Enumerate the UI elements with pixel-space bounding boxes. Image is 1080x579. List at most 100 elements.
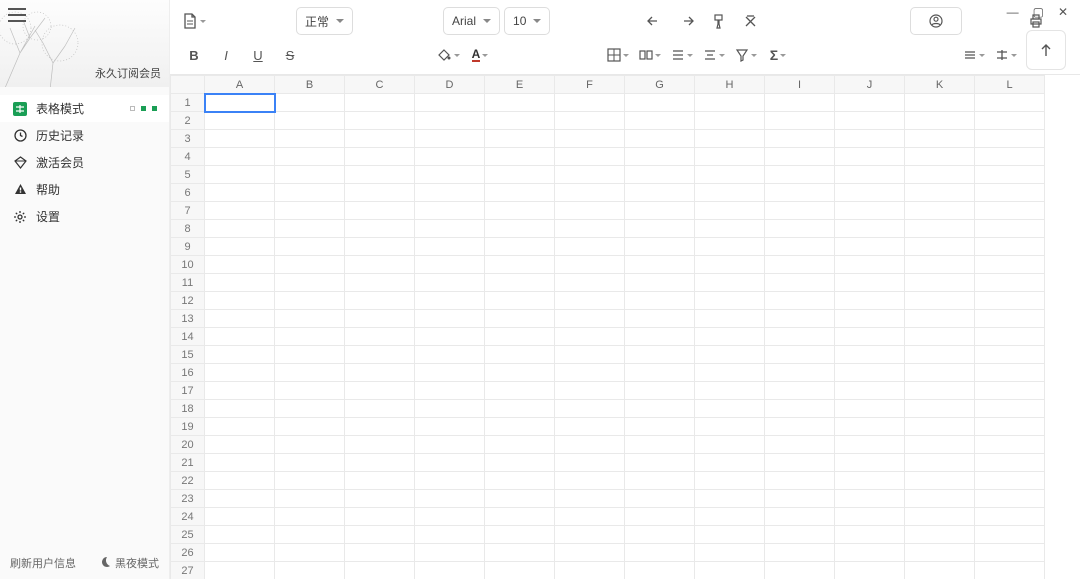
cell-J11[interactable] [835, 274, 905, 292]
cell-L15[interactable] [975, 346, 1045, 364]
cell-J26[interactable] [835, 544, 905, 562]
cell-I8[interactable] [765, 220, 835, 238]
cell-J15[interactable] [835, 346, 905, 364]
cell-H13[interactable] [695, 310, 765, 328]
cell-D4[interactable] [415, 148, 485, 166]
cell-E10[interactable] [485, 256, 555, 274]
file-button[interactable] [180, 7, 208, 35]
cell-J12[interactable] [835, 292, 905, 310]
cell-E20[interactable] [485, 436, 555, 454]
cell-E26[interactable] [485, 544, 555, 562]
cell-J10[interactable] [835, 256, 905, 274]
cell-C25[interactable] [345, 526, 415, 544]
cell-K4[interactable] [905, 148, 975, 166]
cell-I2[interactable] [765, 112, 835, 130]
cell-D3[interactable] [415, 130, 485, 148]
cell-K16[interactable] [905, 364, 975, 382]
row-header[interactable]: 16 [171, 364, 205, 382]
cell-E27[interactable] [485, 562, 555, 579]
cell-D19[interactable] [415, 418, 485, 436]
cell-K3[interactable] [905, 130, 975, 148]
cell-G10[interactable] [625, 256, 695, 274]
row-header[interactable]: 27 [171, 562, 205, 579]
cell-J20[interactable] [835, 436, 905, 454]
dark-mode-toggle[interactable]: 黑夜模式 [99, 555, 159, 571]
cell-C9[interactable] [345, 238, 415, 256]
cell-I12[interactable] [765, 292, 835, 310]
cell-F6[interactable] [555, 184, 625, 202]
cell-L5[interactable] [975, 166, 1045, 184]
cell-C7[interactable] [345, 202, 415, 220]
cell-I18[interactable] [765, 400, 835, 418]
cell-D6[interactable] [415, 184, 485, 202]
cell-H10[interactable] [695, 256, 765, 274]
cell-L12[interactable] [975, 292, 1045, 310]
cell-I4[interactable] [765, 148, 835, 166]
cell-L7[interactable] [975, 202, 1045, 220]
cell-H8[interactable] [695, 220, 765, 238]
cell-I1[interactable] [765, 94, 835, 112]
cell-L19[interactable] [975, 418, 1045, 436]
cell-I19[interactable] [765, 418, 835, 436]
cell-L9[interactable] [975, 238, 1045, 256]
select-all-corner[interactable] [171, 76, 205, 94]
row-header[interactable]: 26 [171, 544, 205, 562]
cell-E7[interactable] [485, 202, 555, 220]
cell-H1[interactable] [695, 94, 765, 112]
cell-C23[interactable] [345, 490, 415, 508]
cell-L2[interactable] [975, 112, 1045, 130]
cell-A18[interactable] [205, 400, 275, 418]
row-header[interactable]: 12 [171, 292, 205, 310]
cell-J4[interactable] [835, 148, 905, 166]
cell-J19[interactable] [835, 418, 905, 436]
cell-G21[interactable] [625, 454, 695, 472]
cell-L27[interactable] [975, 562, 1045, 579]
cell-F1[interactable] [555, 94, 625, 112]
cell-J25[interactable] [835, 526, 905, 544]
cell-C8[interactable] [345, 220, 415, 238]
font-size-select[interactable]: 10 [504, 7, 550, 35]
cell-F27[interactable] [555, 562, 625, 579]
cell-K9[interactable] [905, 238, 975, 256]
cell-D17[interactable] [415, 382, 485, 400]
cell-H18[interactable] [695, 400, 765, 418]
row-header[interactable]: 6 [171, 184, 205, 202]
cell-A10[interactable] [205, 256, 275, 274]
cell-K20[interactable] [905, 436, 975, 454]
cell-A12[interactable] [205, 292, 275, 310]
cell-D1[interactable] [415, 94, 485, 112]
cell-A27[interactable] [205, 562, 275, 579]
cell-F13[interactable] [555, 310, 625, 328]
cell-B18[interactable] [275, 400, 345, 418]
cell-J5[interactable] [835, 166, 905, 184]
row-header[interactable]: 5 [171, 166, 205, 184]
cell-H7[interactable] [695, 202, 765, 220]
text-color-button[interactable]: A [466, 41, 494, 69]
borders-button[interactable] [604, 41, 632, 69]
clear-format-button[interactable] [736, 7, 764, 35]
cell-H22[interactable] [695, 472, 765, 490]
cell-A24[interactable] [205, 508, 275, 526]
cell-G23[interactable] [625, 490, 695, 508]
cell-F11[interactable] [555, 274, 625, 292]
window-close-button[interactable]: ✕ [1058, 5, 1068, 19]
row-options-button[interactable] [960, 41, 988, 69]
cell-J17[interactable] [835, 382, 905, 400]
column-header[interactable]: B [275, 76, 345, 94]
format-painter-button[interactable] [704, 7, 732, 35]
undo-button[interactable] [640, 7, 668, 35]
column-header[interactable]: C [345, 76, 415, 94]
cell-B1[interactable] [275, 94, 345, 112]
cell-L22[interactable] [975, 472, 1045, 490]
cell-F3[interactable] [555, 130, 625, 148]
row-header[interactable]: 18 [171, 400, 205, 418]
cell-H4[interactable] [695, 148, 765, 166]
cell-E6[interactable] [485, 184, 555, 202]
cell-A9[interactable] [205, 238, 275, 256]
cell-C21[interactable] [345, 454, 415, 472]
cell-B19[interactable] [275, 418, 345, 436]
cell-D23[interactable] [415, 490, 485, 508]
cell-H19[interactable] [695, 418, 765, 436]
cell-K27[interactable] [905, 562, 975, 579]
cell-L8[interactable] [975, 220, 1045, 238]
